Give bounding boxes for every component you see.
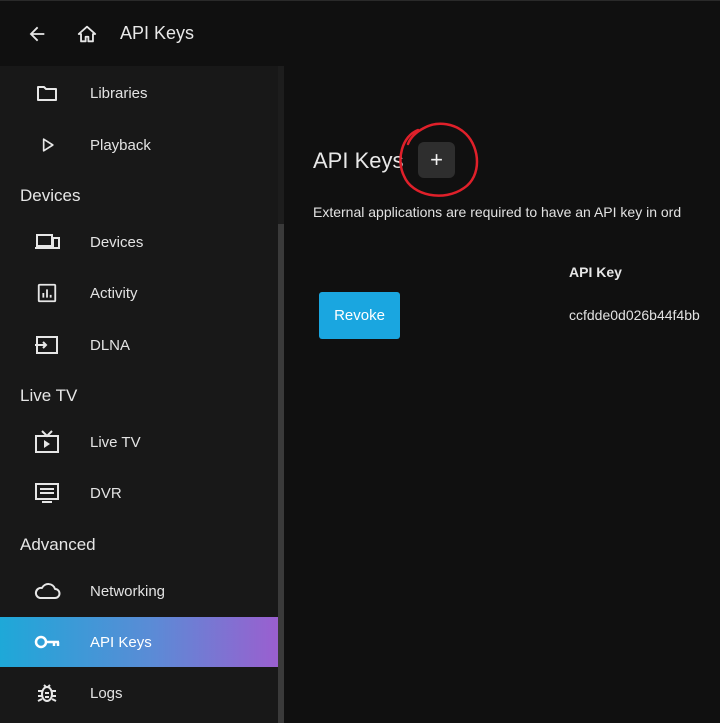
sidebar-item-label: API Keys	[90, 633, 152, 651]
dvr-icon	[33, 479, 61, 507]
api-key-value: ccfdde0d026b44f4bb	[569, 307, 700, 323]
sidebar-item-label: Logs	[90, 684, 123, 702]
sidebar-item-label: Playback	[90, 136, 151, 154]
sidebar-item-label: Activity	[90, 284, 138, 302]
sidebar-item-networking[interactable]: Networking	[0, 566, 278, 616]
sidebar-item-label: Networking	[90, 582, 166, 600]
section-devices: Devices	[20, 186, 81, 205]
sidebar: Libraries Playback Devices Devices Activ…	[0, 66, 278, 723]
section-advanced: Advanced	[20, 535, 96, 554]
sidebar-item-activity[interactable]: Activity	[0, 268, 278, 318]
sidebar-item-logs[interactable]: Logs	[0, 668, 278, 718]
home-icon[interactable]	[74, 21, 100, 47]
key-icon	[33, 628, 61, 656]
live-tv-icon	[33, 428, 61, 456]
devices-icon	[33, 228, 61, 256]
arrow-left-icon[interactable]	[24, 21, 50, 47]
sidebar-item-libraries[interactable]: Libraries	[0, 68, 278, 118]
sidebar-item-api-keys[interactable]: API Keys	[0, 617, 278, 667]
page-description: External applications are required to ha…	[313, 204, 682, 220]
page-header-title: API Keys	[120, 23, 195, 43]
section-live-tv: Live TV	[20, 386, 78, 405]
input-icon	[33, 331, 61, 359]
sidebar-item-label: DVR	[90, 484, 122, 502]
main-content: API Keys + External applications are req…	[284, 66, 720, 723]
sidebar-item-devices[interactable]: Devices	[0, 217, 278, 267]
sidebar-item-dlna[interactable]: DLNA	[0, 320, 278, 370]
header-bar: API Keys	[0, 0, 720, 67]
revoke-button[interactable]: Revoke	[319, 292, 400, 339]
sidebar-item-label: DLNA	[90, 336, 131, 354]
page-title: API Keys	[313, 148, 404, 173]
activity-chart-icon	[33, 279, 61, 307]
sidebar-item-label: Live TV	[90, 433, 141, 451]
column-header-api-key: API Key	[569, 264, 622, 280]
add-api-key-button[interactable]: +	[418, 142, 455, 178]
bug-icon	[33, 679, 61, 707]
sidebar-item-label: Devices	[90, 233, 144, 251]
folder-icon	[33, 79, 61, 107]
sidebar-item-live-tv[interactable]: Live TV	[0, 417, 278, 467]
sidebar-item-dvr[interactable]: DVR	[0, 468, 278, 518]
sidebar-item-playback[interactable]: Playback	[0, 120, 278, 170]
play-icon	[33, 131, 61, 159]
plus-icon: +	[430, 147, 443, 172]
cloud-icon	[33, 577, 61, 605]
sidebar-item-label: Libraries	[90, 84, 148, 102]
